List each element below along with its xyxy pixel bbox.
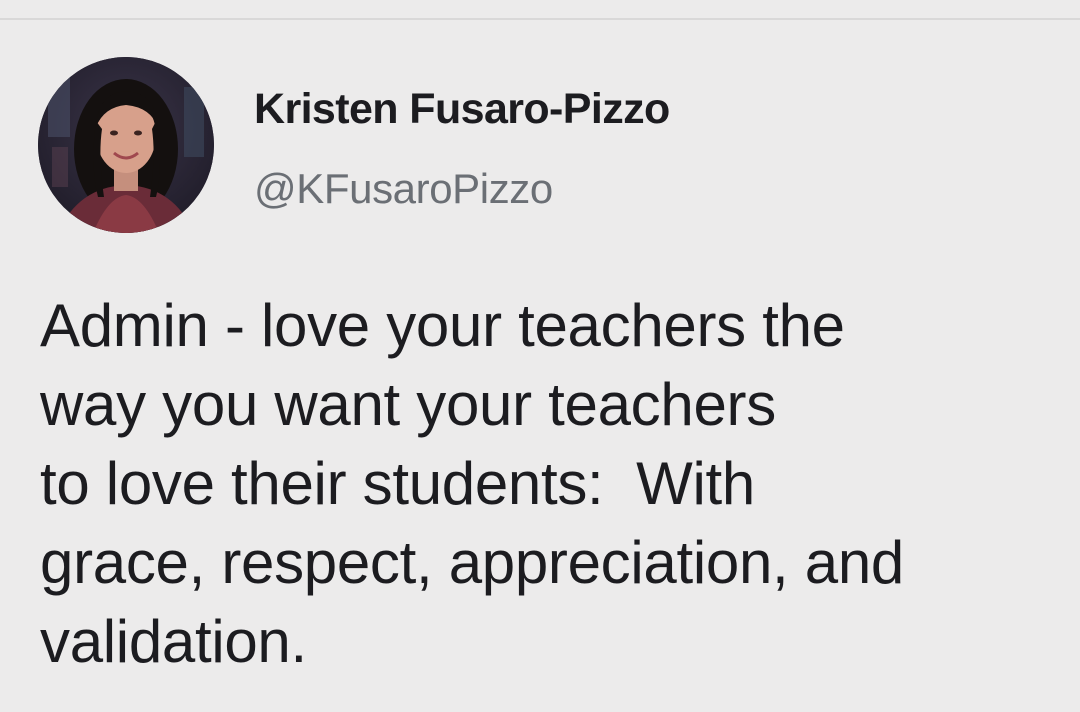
author-handle[interactable]: @KFusaroPizzo <box>254 164 553 214</box>
avatar-photo <box>38 57 214 233</box>
tweet-text: Admin - love your teachers the way you w… <box>40 286 1070 681</box>
tweet-text-line: grace, respect, appreciation, and <box>40 529 904 596</box>
top-divider <box>0 18 1080 20</box>
tweet-text-line: Admin - love your teachers the <box>40 292 845 359</box>
tweet-card: Kristen Fusaro-Pizzo @KFusaroPizzo Admin… <box>0 0 1080 712</box>
tweet-text-line: validation. <box>40 608 307 675</box>
author-display-name[interactable]: Kristen Fusaro-Pizzo <box>254 84 670 136</box>
tweet-text-line: way you want your teachers <box>40 371 776 438</box>
tweet-text-line: to love their students: With <box>40 450 755 517</box>
avatar[interactable] <box>38 57 214 233</box>
